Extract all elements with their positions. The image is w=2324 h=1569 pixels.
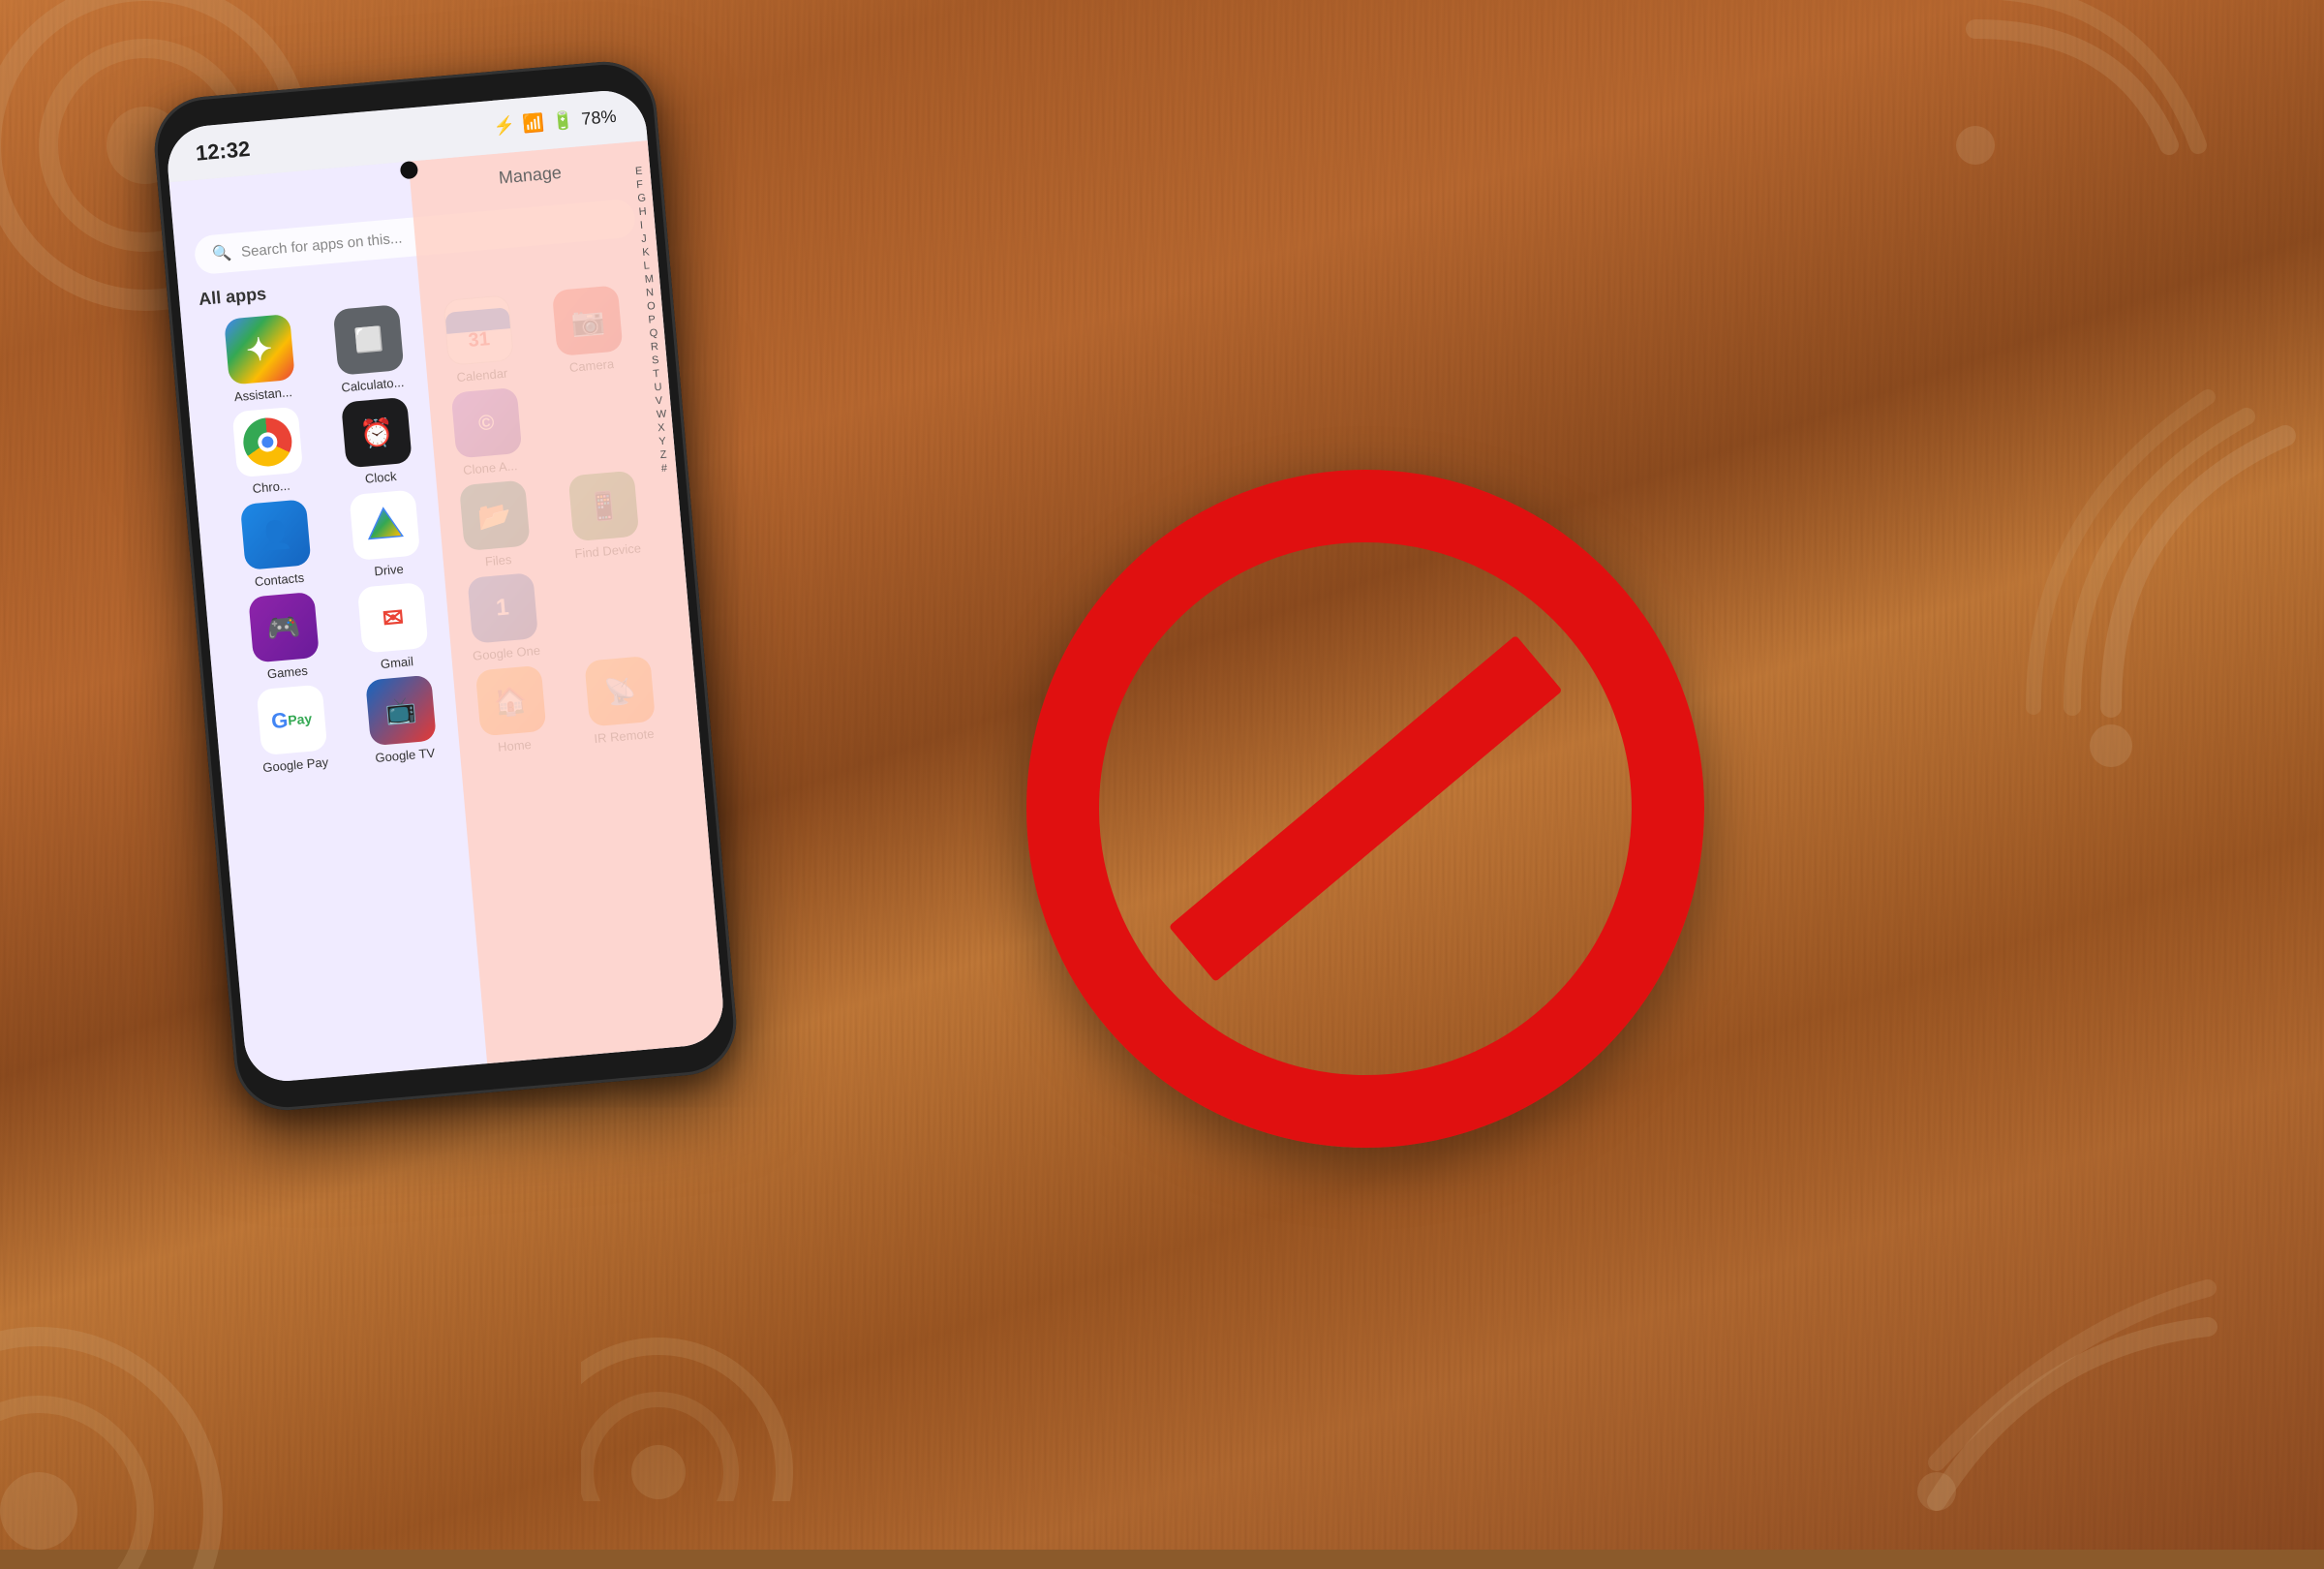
alpha-u: U <box>654 382 664 394</box>
app-icon-drive <box>350 489 421 561</box>
app-icon-gmail: ✉ <box>357 582 429 654</box>
prohibition-sign <box>1026 470 1704 1148</box>
app-icon-assistant: ✦ <box>224 314 295 385</box>
alpha-y: Y <box>658 435 669 447</box>
search-placeholder: Search for apps on this... <box>240 230 403 260</box>
alpha-o: O <box>647 300 657 313</box>
status-icons: ⚡ 📶 🔋 78% <box>493 107 618 138</box>
app-icon-contacts: 👤 <box>240 499 312 570</box>
alpha-w: W <box>657 408 667 420</box>
alpha-m: M <box>644 273 655 286</box>
app-label-gmail: Gmail <box>380 654 413 671</box>
alpha-r: R <box>650 341 660 354</box>
alpha-i: I <box>639 219 650 231</box>
status-time: 12:32 <box>195 136 251 166</box>
list-item[interactable]: Drive <box>331 488 441 582</box>
phone-device: 12:32 ⚡ 📶 🔋 78% 🔍 Search for apps on thi… <box>150 57 741 1114</box>
app-label-googletv: Google TV <box>375 746 436 765</box>
alpha-e: E <box>635 165 646 177</box>
alpha-hash: # <box>660 462 671 475</box>
alpha-s: S <box>652 354 662 367</box>
app-label-drive: Drive <box>374 562 405 579</box>
alpha-q: Q <box>649 327 659 340</box>
app-icon-googletv: 📺 <box>365 675 437 747</box>
alpha-l: L <box>643 260 654 272</box>
list-item[interactable]: 🎮 Games <box>229 590 339 684</box>
list-item[interactable]: Chro... <box>214 405 323 499</box>
alpha-t: T <box>653 368 663 381</box>
prohibition-circle <box>1026 470 1704 1148</box>
search-icon: 🔍 <box>211 243 232 264</box>
alpha-f: F <box>636 178 647 191</box>
alpha-p: P <box>648 314 658 326</box>
battery-icon: 🔋 <box>551 110 574 133</box>
list-item[interactable]: 📺 Google TV <box>348 673 457 767</box>
app-icon-googlepay: G Pay <box>256 685 327 756</box>
wifi-icon: 📶 <box>522 112 545 135</box>
list-item[interactable]: ⬜ Calculato... <box>315 302 424 396</box>
bluetooth-icon: ⚡ <box>493 115 516 138</box>
list-item[interactable]: G Pay Google Pay <box>238 683 348 777</box>
list-item[interactable]: ✦ Assistan... <box>205 312 315 406</box>
phone-screen: 12:32 ⚡ 📶 🔋 78% 🔍 Search for apps on thi… <box>165 87 726 1084</box>
alpha-n: N <box>646 287 657 299</box>
list-item[interactable]: 👤 Contacts <box>222 498 331 592</box>
alpha-h: H <box>638 205 649 218</box>
app-label-games: Games <box>266 663 308 682</box>
app-icon-chrome <box>231 407 303 478</box>
alpha-k: K <box>642 246 653 259</box>
prohibition-bar <box>1169 635 1562 982</box>
app-label-clock: Clock <box>364 469 397 486</box>
app-label-chrome: Chro... <box>252 478 290 496</box>
app-label-calculator: Calculato... <box>341 375 405 395</box>
app-icon-calculator: ⬜ <box>333 304 405 376</box>
alpha-z: Z <box>659 448 670 461</box>
list-item[interactable]: ✉ Gmail <box>339 580 448 674</box>
alpha-x: X <box>657 421 668 434</box>
alpha-g: G <box>637 192 648 204</box>
app-label-googlepay: Google Pay <box>262 754 329 775</box>
alpha-j: J <box>641 232 652 245</box>
battery-percentage: 78% <box>581 107 618 130</box>
app-icon-clock: ⏰ <box>341 397 413 469</box>
list-item[interactable]: ⏰ Clock <box>323 395 433 489</box>
phone-body: 12:32 ⚡ 📶 🔋 78% 🔍 Search for apps on thi… <box>150 57 741 1114</box>
app-icon-games: 🎮 <box>248 592 320 663</box>
app-label-assistant: Assistan... <box>233 385 292 404</box>
alpha-v: V <box>655 394 665 407</box>
app-label-contacts: Contacts <box>254 570 304 589</box>
